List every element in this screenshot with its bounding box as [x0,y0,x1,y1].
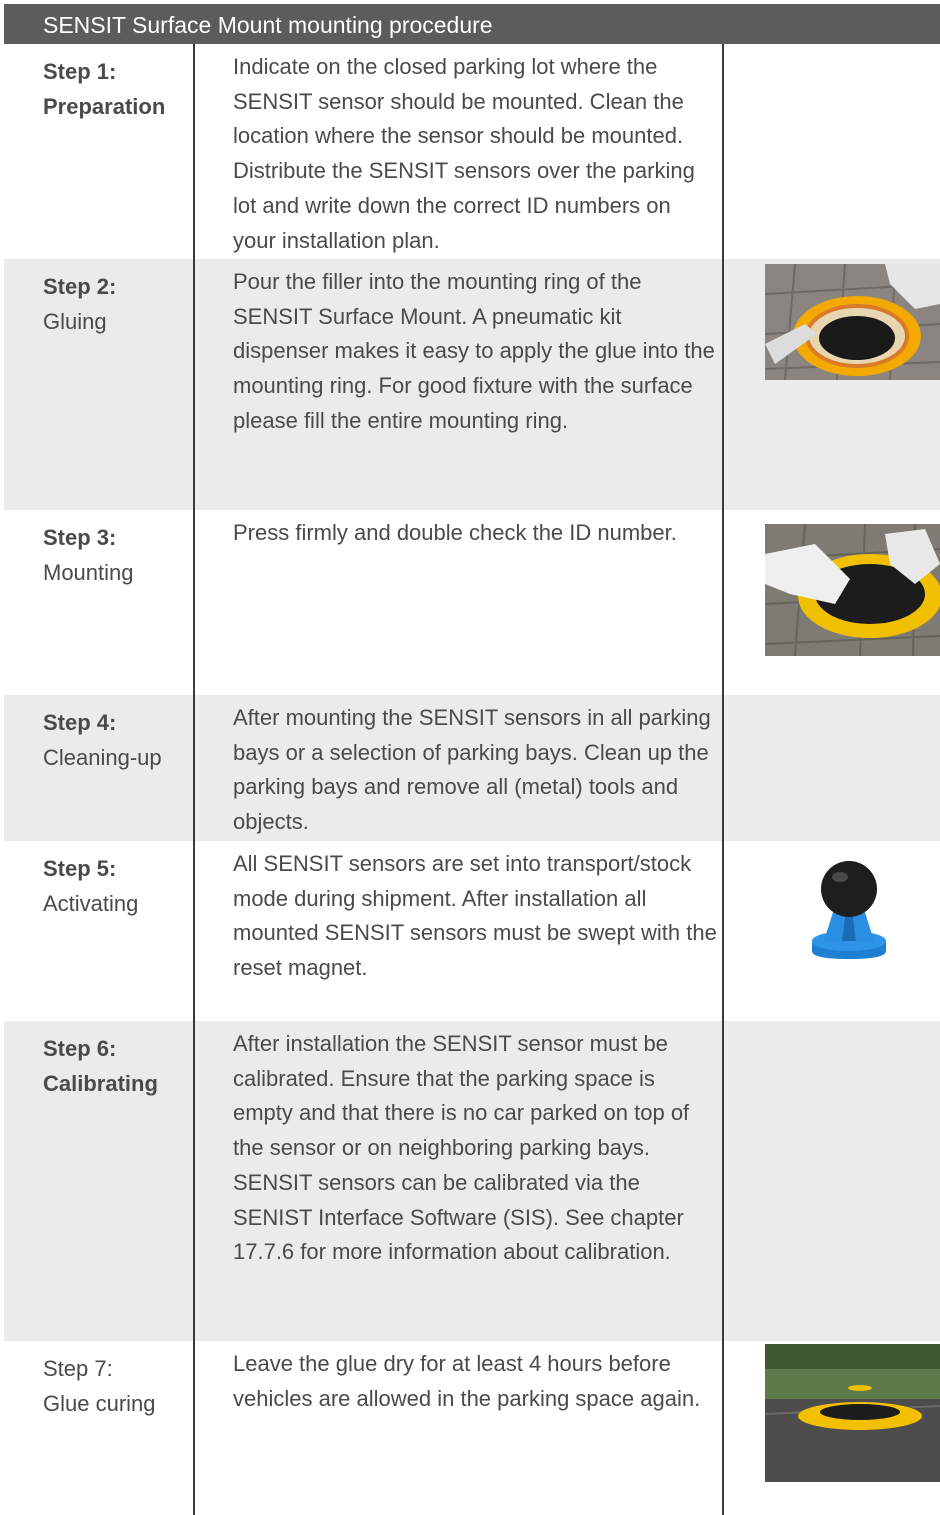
column-divider-right [722,44,724,1515]
step-description: Pour the filler into the mounting ring o… [233,265,717,439]
step-number: Step 6: [43,1036,117,1061]
step-label: Step 2: Gluing [43,269,116,339]
step-description: Press firmly and double check the ID num… [233,516,717,551]
step-row-1: Step 1: Preparation Indicate on the clos… [4,44,940,259]
step-description: After mounting the SENSIT sensors in all… [233,701,717,840]
step-row-5: Step 5: Activating All SENSIT sensors ar… [4,841,940,1021]
step-text: Press firmly and double check the ID num… [233,520,677,545]
step-row-3: Step 3: Mounting Press firmly and double… [4,510,940,695]
step-number: Step 5: [43,856,117,881]
step-number: Step 4: [43,710,117,735]
gluing-photo [765,264,940,380]
column-divider-left [193,44,195,1515]
step-name: Cleaning-up [43,745,162,770]
step-description: Indicate on the closed parking lot where… [233,50,717,258]
step-number: Step 7: [43,1356,113,1381]
step-label: Step 1: Preparation [43,54,165,124]
reset-magnet-photo [804,851,894,961]
step-label: Step 3: Mounting [43,520,134,590]
step-number: Step 2: [43,274,117,299]
curing-photo [765,1344,940,1482]
step-label: Step 4: Cleaning-up [43,705,162,775]
step-label: Step 5: Activating [43,851,138,921]
step-row-6: Step 6: Calibrating After installation t… [4,1021,940,1341]
step-label: Step 6: Calibrating [43,1031,158,1101]
step-row-4: Step 4: Cleaning-up After mounting the S… [4,695,940,841]
step-text: Pour the filler into the mounting ring o… [233,269,715,433]
step-name: Calibrating [43,1071,158,1096]
step-name: Glue curing [43,1391,156,1416]
step-text: Leave the glue dry for at least 4 hours … [233,1351,701,1411]
step-text: SENSIT sensors can be calibrated via the… [233,1169,684,1265]
step-label: Step 7: Glue curing [43,1351,156,1421]
step-name: Activating [43,891,139,916]
step-description: All SENSIT sensors are set into transpor… [233,847,717,986]
step-text: Indicate on the closed parking lot where… [233,54,695,253]
step-row-7: Step 7: Glue curing Leave the glue dry f… [4,1341,940,1515]
step-row-2: Step 2: Gluing Pour the filler into the … [4,259,940,510]
step-number: Step 1: [43,59,117,84]
step-text: All SENSIT sensors are set into transpor… [233,851,717,981]
step-text: After installation the SENSIT sensor mus… [233,1031,690,1161]
step-name: Preparation [43,94,166,119]
table-title: SENSIT Surface Mount mounting procedure [4,4,940,44]
step-number: Step 3: [43,525,117,550]
step-name: Gluing [43,309,107,334]
step-name: Mounting [43,560,134,585]
step-description: Leave the glue dry for at least 4 hours … [233,1347,717,1416]
step-text: After mounting the SENSIT sensors in all… [233,705,711,835]
mounting-photo [765,524,940,656]
step-description: After installation the SENSIT sensor mus… [233,1027,717,1270]
